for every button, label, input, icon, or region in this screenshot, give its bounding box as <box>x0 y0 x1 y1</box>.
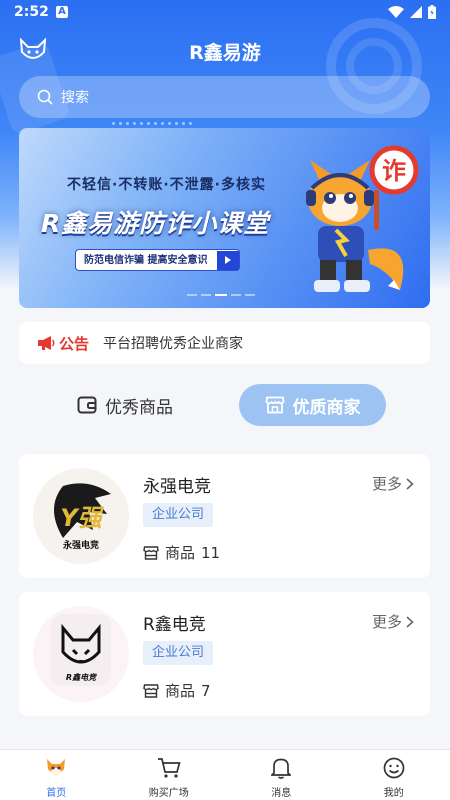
nav-messages[interactable]: 消息 <box>225 750 338 800</box>
search-icon <box>37 89 53 105</box>
nav-label: 消息 <box>271 788 292 799</box>
merchant-type-tag: 企业公司 <box>143 641 214 665</box>
megaphone-icon <box>38 336 55 350</box>
nav-label: 购买广场 <box>148 788 189 799</box>
fox-mascot-icon: 诈 <box>306 145 419 292</box>
cart-icon <box>157 756 181 780</box>
merchant-type-tag: 企业公司 <box>143 503 214 527</box>
decor-dots <box>112 122 192 125</box>
more-link[interactable]: 更多 <box>372 473 414 494</box>
smile-icon <box>382 756 406 780</box>
merchant-logo-mark: Y强 <box>60 504 104 532</box>
merchant-card[interactable]: R鑫电竞 R鑫电竞 更多 企业公司 商品 7 <box>19 592 430 716</box>
status-icons <box>388 5 436 19</box>
tab-label: 优秀商品 <box>105 397 173 418</box>
more-link[interactable]: 更多 <box>372 611 414 632</box>
search-input[interactable]: 搜索 <box>19 76 430 118</box>
indicator-dot <box>231 294 241 296</box>
promo-banner[interactable]: 不轻信·不转账·不泄露·多核实 R鑫易游防诈小课堂 防范电信诈骗 提高安全意识 … <box>19 128 430 308</box>
indicator-dot <box>201 294 211 296</box>
nav-label: 首页 <box>46 788 67 799</box>
search-placeholder: 搜索 <box>61 90 89 106</box>
banner-title: R鑫易游防诈小课堂 <box>41 209 270 238</box>
goods-number: 11 <box>201 543 221 562</box>
app-title: R鑫易游 <box>189 42 261 64</box>
notice-label: 公告 <box>59 334 90 353</box>
signal-icon <box>410 6 422 18</box>
chevron-right-icon <box>406 477 414 490</box>
shop-icon <box>143 545 159 560</box>
merchant-name: R鑫电竞 <box>143 615 206 635</box>
merchant-logo-text: R鑫电竞 <box>66 673 97 682</box>
indicator-dot <box>187 294 197 296</box>
merchant-card[interactable]: Y强 永强电竞 永强电竞 更多 企业公司 商品 11 <box>19 454 430 578</box>
arrow-icon <box>217 250 240 270</box>
goods-label: 商品 <box>165 544 196 562</box>
wallet-icon <box>77 396 97 414</box>
notice-text: 平台招聘优秀企业商家 <box>103 336 244 352</box>
tab-quality-merchants[interactable]: 优质商家 <box>239 384 386 426</box>
bottom-nav: 首页 购买广场 消息 我的 <box>0 749 450 800</box>
notice-bar[interactable]: 公告 平台招聘优秀企业商家 <box>19 322 430 364</box>
banner-tagline-text: 防范电信诈骗 提高安全意识 <box>84 254 208 266</box>
store-icon <box>265 396 284 414</box>
status-time: 2:52 <box>14 4 49 20</box>
banner-badge: 诈 <box>382 157 406 185</box>
more-label: 更多 <box>371 613 402 631</box>
indicator-dot-active <box>215 294 227 296</box>
chevron-right-icon <box>406 615 414 628</box>
shop-icon <box>143 683 159 698</box>
banner-indicator <box>187 294 255 296</box>
fox-home-icon <box>44 756 68 780</box>
nav-profile[interactable]: 我的 <box>338 750 450 800</box>
nav-home[interactable]: 首页 <box>0 750 113 800</box>
tab-featured-goods[interactable]: 优秀商品 <box>50 384 200 426</box>
merchant-logo: Y强 永强电竞 <box>33 468 129 564</box>
goods-number: 7 <box>201 681 211 700</box>
status-bar: 2:52 A <box>0 0 450 26</box>
merchant-logo-text: 永强电竞 <box>62 539 99 551</box>
banner-tagline: 防范电信诈骗 提高安全意识 <box>75 249 241 271</box>
goods-count: 商品 7 <box>143 680 211 701</box>
tab-label: 优质商家 <box>292 397 361 418</box>
nav-label: 我的 <box>383 788 404 799</box>
battery-icon <box>428 5 436 19</box>
more-label: 更多 <box>371 475 402 493</box>
merchant-logo: R鑫电竞 <box>33 606 129 702</box>
notification-icon: A <box>56 6 68 18</box>
banner-slogan: 不轻信·不转账·不泄露·多核实 <box>67 177 266 193</box>
nav-purchase-square[interactable]: 购买广场 <box>113 750 226 800</box>
goods-count: 商品 11 <box>143 542 220 563</box>
goods-label: 商品 <box>165 682 196 700</box>
wifi-icon <box>388 6 404 18</box>
indicator-dot <box>245 294 255 296</box>
merchant-name: 永强电竞 <box>143 477 211 497</box>
bell-icon <box>269 756 293 780</box>
